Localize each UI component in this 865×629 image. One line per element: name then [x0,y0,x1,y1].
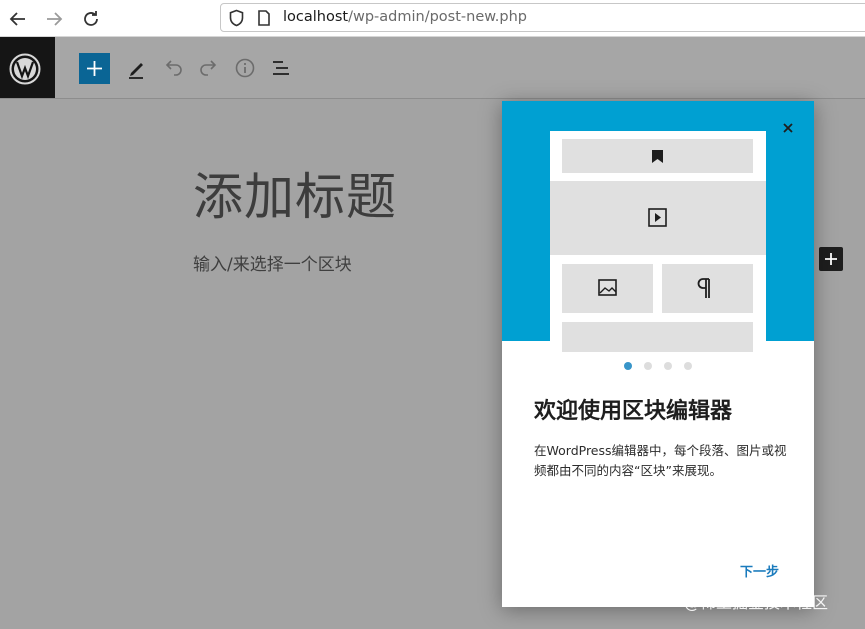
illustration-block [562,264,653,313]
reload-icon[interactable] [79,7,103,31]
bookmark-icon [652,150,663,163]
forward-arrow-icon[interactable] [42,7,66,31]
page-dot[interactable] [644,362,652,370]
page-dot[interactable] [664,362,672,370]
page-indicator [502,362,814,372]
wordpress-logo-icon[interactable] [0,37,55,98]
undo-icon[interactable] [160,55,186,81]
redo-icon[interactable] [196,55,222,81]
url-bar[interactable]: localhost/wp-admin/post-new.php [220,3,865,32]
guide-illustration [502,101,814,352]
illustration-block [550,181,766,255]
illustration-block [662,264,753,313]
page-dot[interactable] [624,362,632,370]
post-title-input[interactable]: 添加标题 [193,157,397,229]
close-button[interactable] [777,117,799,139]
add-block-button[interactable] [79,53,110,84]
block-inserter-button[interactable] [819,247,843,271]
guide-description: 在WordPress编辑器中，每个段落、图片或视频都由不同的内容“区块”来展现。 [534,443,787,478]
plus-icon [87,61,102,76]
pencil-icon[interactable] [124,55,150,81]
image-icon [598,279,617,296]
block-appender[interactable]: 输入/来选择一个区块 [193,250,352,275]
page-dot[interactable] [684,362,692,370]
url-host: localhost [283,9,349,25]
url-path: /wp-admin/post-new.php [348,9,527,25]
shield-icon[interactable] [228,9,245,31]
plus-icon [825,253,837,265]
back-arrow-icon[interactable] [6,7,30,31]
page-icon [257,10,271,30]
close-icon [783,123,793,133]
welcome-guide-modal: 欢迎使用区块编辑器 在WordPress编辑器中，每个段落、图片或视频都由不同的… [502,101,814,607]
paragraph-icon [697,278,710,298]
url-text: localhost/wp-admin/post-new.php [283,9,527,25]
editor-toolbar [0,37,865,99]
illustration-block [562,139,753,173]
watermark: @稀土掘金技术社区 [684,593,829,612]
list-view-icon[interactable] [268,55,294,81]
illustration-block [562,322,753,352]
browser-toolbar: localhost/wp-admin/post-new.php [0,0,865,37]
guide-heading: 欢迎使用区块编辑器 [534,399,733,424]
illustration-canvas [550,131,766,352]
play-icon [648,208,667,227]
next-button[interactable]: 下一步 [740,561,779,580]
info-icon[interactable] [232,55,258,81]
